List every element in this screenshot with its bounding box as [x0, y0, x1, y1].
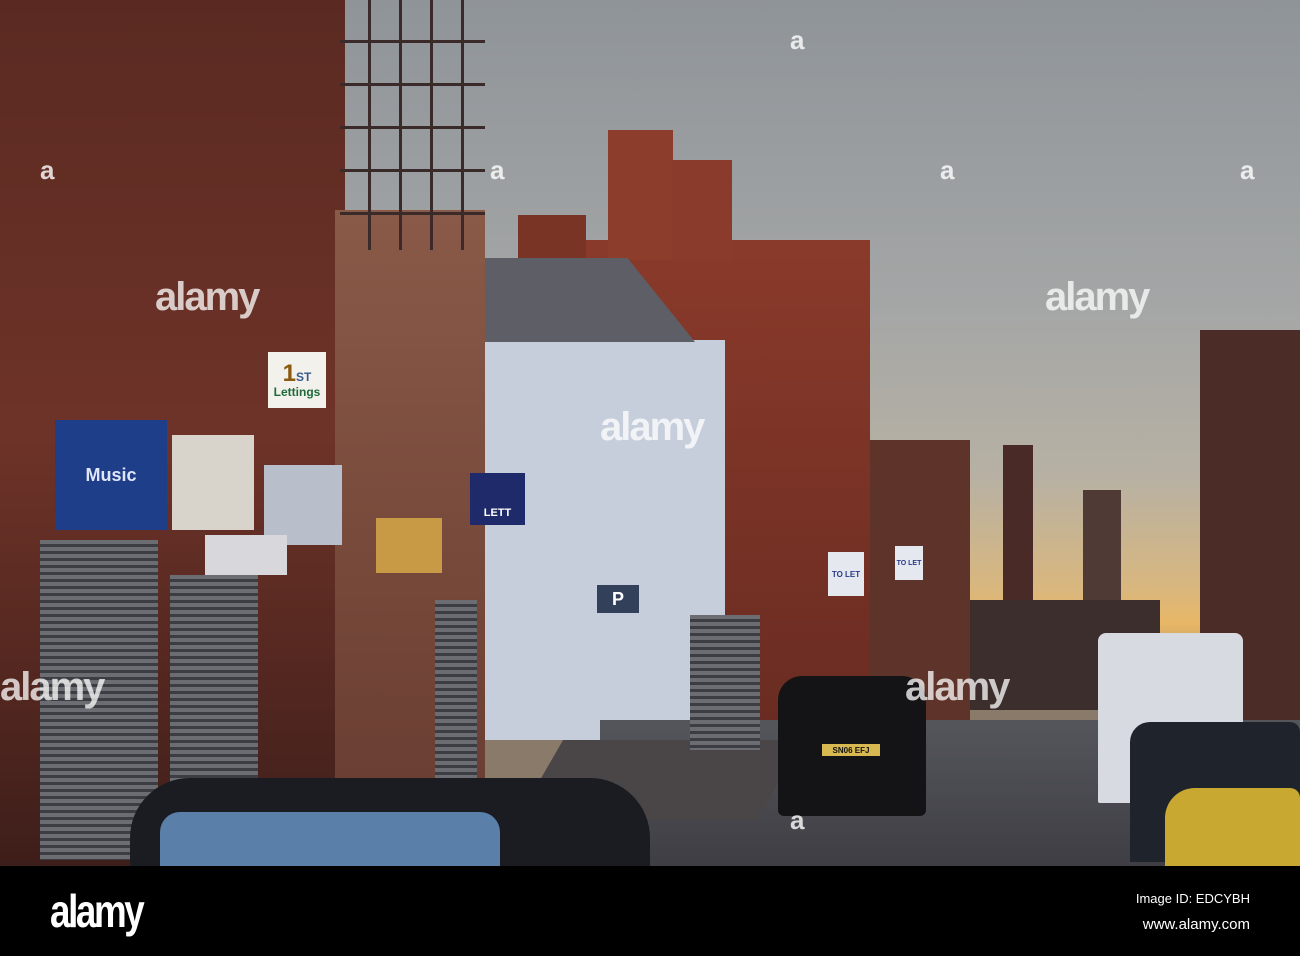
4m-lettings-sign: LETT — [470, 473, 525, 525]
chimney — [608, 130, 673, 260]
shop-sign — [205, 535, 287, 575]
watermark: alamy — [155, 275, 260, 319]
scaffolding — [340, 0, 485, 250]
plate-text: SN06 EFJ — [832, 745, 870, 755]
sign-number: 1 — [282, 360, 296, 387]
shop-sign — [264, 465, 342, 545]
watermark-letter: a — [1240, 155, 1255, 185]
watermark-letter: a — [940, 155, 955, 185]
sign-word: Lettings — [273, 385, 321, 399]
sign-suffix: ST — [296, 370, 312, 384]
music-sign-text: Music — [85, 464, 137, 485]
shop-shutter — [170, 575, 258, 785]
alamy-url[interactable]: www.alamy.com — [1143, 916, 1250, 933]
foreground-car-window — [160, 812, 500, 866]
watermark-letter: a — [40, 155, 55, 185]
shop-shutter — [435, 600, 477, 780]
music-shop-sign: Music — [55, 420, 167, 530]
to-let-text: TO LET — [831, 569, 861, 579]
footer-bar: alamy Image ID: EDCYBH www.alamy.com — [0, 866, 1300, 956]
watermark-letter: a — [790, 805, 805, 835]
parking-text: P — [611, 588, 624, 609]
white-building — [480, 340, 725, 740]
black-taxi: SN06 EFJ — [778, 676, 926, 816]
taxi-number-plate: SN06 EFJ — [822, 744, 880, 756]
shop-sign — [172, 435, 254, 530]
to-let-text: TO LET — [896, 559, 922, 567]
to-let-sign: TO LET — [828, 552, 864, 596]
parking-sign: P — [597, 585, 639, 613]
alamy-logo: alamy — [50, 885, 145, 937]
street-photo: 1ST Lettings Music LETT TO LET TO LET P … — [0, 0, 1300, 866]
to-let-sign: TO LET — [895, 546, 923, 580]
watermark: alamy — [905, 665, 1010, 709]
1st-lettings-sign: 1ST Lettings — [268, 352, 326, 408]
image-id: Image ID: EDCYBH — [1135, 891, 1250, 906]
chimney — [672, 160, 732, 260]
watermark-letter: a — [490, 155, 505, 185]
shop-shutter — [690, 615, 760, 750]
shop-sign — [376, 518, 442, 573]
watermark: alamy — [0, 665, 105, 709]
4m-sign-text: LETT — [483, 507, 512, 519]
watermark-letter: a — [790, 25, 805, 55]
watermark: alamy — [600, 405, 705, 449]
watermark: alamy — [1045, 275, 1150, 319]
yellow-car — [1165, 788, 1300, 866]
